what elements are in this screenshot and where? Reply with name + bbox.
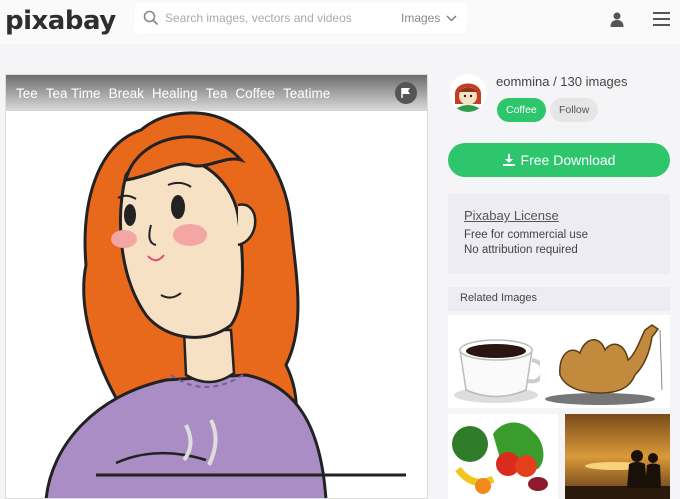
media-type-label: Images <box>401 11 441 25</box>
author-name[interactable]: eommina / 130 images <box>496 74 628 89</box>
tag[interactable]: Coffee <box>235 86 275 101</box>
tag[interactable]: Tee <box>16 86 38 101</box>
related-images-heading: Related Images <box>448 287 670 311</box>
license-line: Free for commercial use <box>464 229 588 241</box>
download-label: Free Download <box>520 152 616 168</box>
tag[interactable]: Tea <box>206 86 228 101</box>
user-icon[interactable] <box>609 11 625 27</box>
camel-image <box>540 315 670 408</box>
related-thumb-vegetables[interactable] <box>448 414 558 499</box>
related-thumb-camel[interactable] <box>540 315 670 408</box>
flag-icon <box>401 88 410 98</box>
tags-bar: Tee Tea Time Break Healing Tea Coffee Te… <box>6 75 427 111</box>
tag[interactable]: Break <box>109 86 144 101</box>
main-image[interactable]: Tee Tea Time Break Healing Tea Coffee Te… <box>5 74 428 499</box>
search-icon[interactable] <box>143 10 159 26</box>
girl-illustration <box>44 111 406 498</box>
follow-button[interactable]: Follow <box>550 98 599 122</box>
pixabay-logo[interactable]: pixabay <box>5 6 116 36</box>
license-line: No attribution required <box>464 244 578 256</box>
tag[interactable]: Healing <box>152 86 198 101</box>
chevron-down-icon <box>446 15 457 21</box>
tag[interactable]: Teatime <box>283 86 330 101</box>
top-bar: pixabay Images <box>0 0 680 44</box>
search-input[interactable] <box>165 3 395 33</box>
related-thumb-sunset[interactable] <box>565 414 670 499</box>
free-download-button[interactable]: Free Download <box>448 143 670 177</box>
report-button[interactable] <box>395 82 417 104</box>
tag[interactable]: Tea Time <box>46 86 101 101</box>
menu-icon[interactable] <box>653 12 670 26</box>
media-type-select[interactable]: Images <box>401 11 457 25</box>
coffee-cup-image <box>454 339 545 403</box>
avatar[interactable] <box>449 74 487 112</box>
avatar-image <box>449 74 487 112</box>
related-thumb-coffee-cup[interactable] <box>448 315 548 408</box>
coffee-button[interactable]: Coffee <box>497 98 546 122</box>
license-link[interactable]: Pixabay License <box>464 208 654 223</box>
vegetables-image <box>448 414 558 499</box>
search-bar: Images <box>135 3 467 33</box>
sunset-image <box>565 414 670 499</box>
download-icon <box>502 154 515 166</box>
license-box: Pixabay License Free for commercial use … <box>448 194 670 274</box>
